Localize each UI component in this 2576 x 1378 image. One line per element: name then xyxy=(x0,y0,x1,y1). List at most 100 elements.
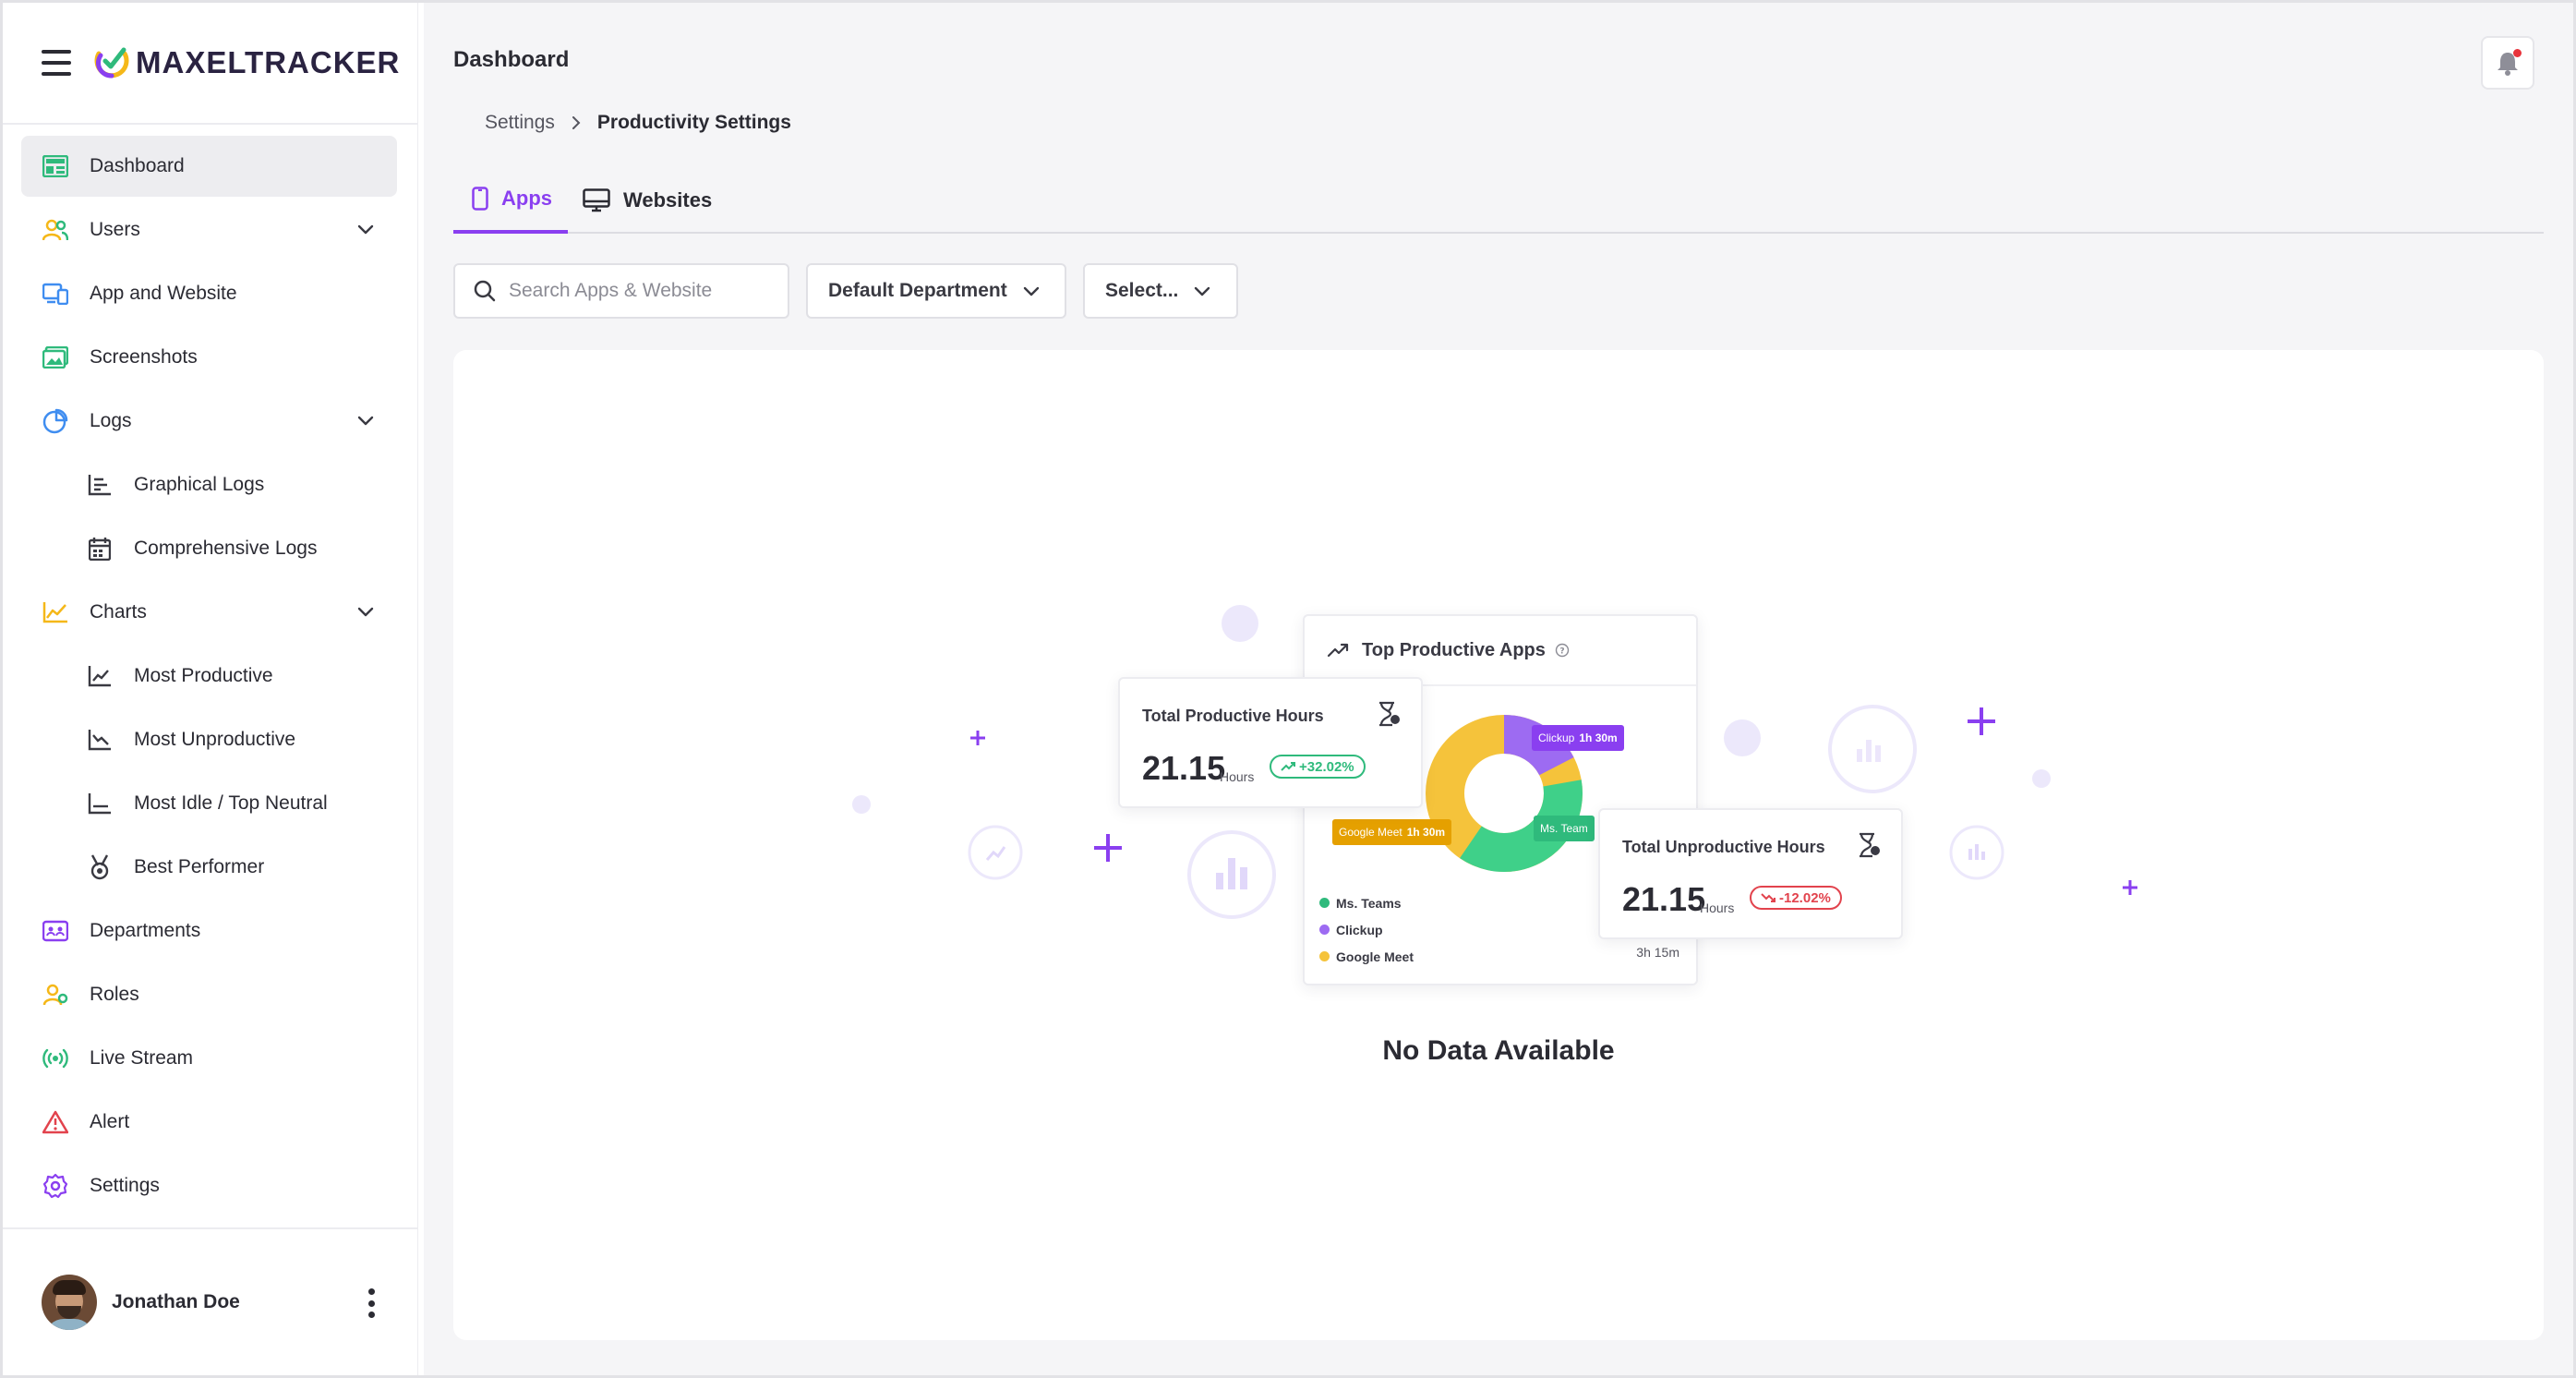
ms-teams-tag: Ms. Team xyxy=(1534,816,1595,841)
avatar[interactable] xyxy=(42,1275,97,1330)
monitor-icon xyxy=(583,188,610,212)
main-content: Dashboard Settings Productivity Settings… xyxy=(424,3,2573,1375)
roles-icon xyxy=(42,981,69,1009)
departments-icon xyxy=(42,917,69,945)
broadcast-icon xyxy=(42,1045,69,1072)
kpi-change-badge: +32.02% xyxy=(1270,755,1366,779)
trend-down-icon xyxy=(86,726,114,754)
sidebar-item-comprehensive-logs[interactable]: Comprehensive Logs xyxy=(21,518,397,579)
sidebar-item-label: Charts xyxy=(90,601,147,623)
sidebar-item-screenshots[interactable]: Screenshots xyxy=(21,327,397,388)
sidebar-item-graphical-logs[interactable]: Graphical Logs xyxy=(21,454,397,515)
sidebar-item-app-and-website[interactable]: App and Website xyxy=(21,263,397,324)
brand-logo[interactable]: MAXELTRACKER xyxy=(93,44,400,81)
total-unproductive-card: Total Unproductive Hours 21.15 Hours -12… xyxy=(1598,808,1903,939)
sidebar-item-most-unproductive[interactable]: Most Unproductive xyxy=(21,709,397,770)
empty-state-illustration: Top Productive Apps ? Clickup 1h 30m Goog… xyxy=(453,350,2544,1340)
sidebar-item-label: Most Idle / Top Neutral xyxy=(134,792,328,814)
tab-bar: Apps Websites xyxy=(453,167,2544,234)
sidebar-item-label: Roles xyxy=(90,984,139,1005)
calendar-icon xyxy=(86,535,114,562)
tab-apps[interactable]: Apps xyxy=(453,167,568,234)
medal-icon xyxy=(86,853,114,881)
user-name: Jonathan Doe xyxy=(112,1291,240,1312)
svg-text:?: ? xyxy=(1559,647,1564,657)
sidebar-item-users[interactable]: Users xyxy=(21,199,397,260)
chevron-down-icon[interactable] xyxy=(356,602,375,621)
chevron-right-icon xyxy=(572,116,581,129)
logo-mark-icon xyxy=(94,47,129,79)
brand-name: MAXELTRACKER xyxy=(136,45,401,79)
sidebar-item-logs[interactable]: Logs xyxy=(21,391,397,452)
clickup-tag: Clickup 1h 30m xyxy=(1532,725,1624,751)
kpi-value: 21.15 xyxy=(1142,749,1226,787)
sidebar-item-label: Best Performer xyxy=(134,856,265,877)
users-icon xyxy=(42,216,69,244)
sidebar-item-label: Comprehensive Logs xyxy=(134,538,318,559)
sidebar-item-best-performer[interactable]: Best Performer xyxy=(21,837,397,898)
chevron-down-icon[interactable] xyxy=(356,220,375,238)
sidebar-item-settings[interactable]: Settings xyxy=(21,1155,397,1216)
hourglass-icon xyxy=(1379,701,1400,727)
notifications-button[interactable] xyxy=(2481,36,2534,90)
generic-select-value: Select... xyxy=(1105,280,1179,301)
total-productive-card: Total Productive Hours 21.15 Hours +32.0… xyxy=(1118,677,1423,808)
kpi-unit: Hours xyxy=(1220,769,1255,784)
sidebar-item-label: Departments xyxy=(90,920,201,941)
sidebar-item-label: Graphical Logs xyxy=(134,474,265,495)
dashboard-icon xyxy=(42,152,69,180)
sidebar-item-label: Alert xyxy=(90,1111,130,1132)
department-select-value: Default Department xyxy=(828,280,1007,301)
empty-state-message: No Data Available xyxy=(1382,1035,1615,1066)
search-input[interactable] xyxy=(509,280,776,302)
breadcrumb: Settings Productivity Settings xyxy=(485,112,791,134)
content-panel: Top Productive Apps ? Clickup 1h 30m Goog… xyxy=(453,350,2544,1340)
kpi-title: Total Productive Hours xyxy=(1142,707,1324,725)
chevron-down-icon xyxy=(1023,286,1039,296)
user-profile[interactable]: Jonathan Doe xyxy=(3,1227,418,1375)
hourglass-icon xyxy=(1860,832,1880,858)
sidebar-item-most-productive[interactable]: Most Productive xyxy=(21,646,397,707)
search-box[interactable] xyxy=(453,263,789,319)
legend-total: 3h 15m xyxy=(1636,945,1679,960)
filter-bar: Default Department Select... xyxy=(453,263,1238,319)
flat-chart-icon xyxy=(86,790,114,817)
sidebar-item-alert[interactable]: Alert xyxy=(21,1092,397,1153)
breadcrumb-current: Productivity Settings xyxy=(596,112,791,133)
sidebar-item-label: Most Productive xyxy=(134,665,273,686)
more-options-icon[interactable] xyxy=(368,1288,376,1318)
legend-item: Clickup xyxy=(1319,916,1414,943)
sidebar-item-charts[interactable]: Charts xyxy=(21,582,397,643)
menu-icon[interactable] xyxy=(42,50,71,76)
alert-icon xyxy=(42,1108,69,1136)
sidebar-item-label: Logs xyxy=(90,410,132,431)
kpi-change-badge: -12.02% xyxy=(1750,886,1842,910)
sidebar-item-most-idle[interactable]: Most Idle / Top Neutral xyxy=(21,773,397,834)
sidebar-item-dashboard[interactable]: Dashboard xyxy=(21,136,397,197)
trend-up-icon xyxy=(1327,643,1349,658)
search-icon xyxy=(474,280,496,302)
sidebar-item-roles[interactable]: Roles xyxy=(21,964,397,1025)
sidebar-item-live-stream[interactable]: Live Stream xyxy=(21,1028,397,1089)
trend-up-icon xyxy=(1281,762,1295,771)
image-icon xyxy=(42,344,69,371)
chevron-down-icon[interactable] xyxy=(356,411,375,429)
sidebar-item-label: App and Website xyxy=(90,283,237,304)
phone-icon xyxy=(472,187,488,211)
generic-select[interactable]: Select... xyxy=(1083,263,1238,319)
sidebar-item-label: Screenshots xyxy=(90,346,198,368)
page-title: Dashboard xyxy=(453,47,570,72)
kpi-unit: Hours xyxy=(1700,901,1735,915)
gear-icon xyxy=(42,1172,69,1200)
trend-up-icon xyxy=(86,662,114,690)
notification-badge xyxy=(2513,49,2522,57)
devices-icon xyxy=(42,280,69,308)
sidebar-item-label: Dashboard xyxy=(90,155,185,176)
sidebar-header: MAXELTRACKER xyxy=(3,3,417,125)
sidebar-item-label: Users xyxy=(90,219,140,240)
department-select[interactable]: Default Department xyxy=(806,263,1066,319)
tab-websites[interactable]: Websites xyxy=(583,167,730,234)
sidebar-item-label: Settings xyxy=(90,1175,160,1196)
sidebar-item-departments[interactable]: Departments xyxy=(21,901,397,961)
breadcrumb-settings[interactable]: Settings xyxy=(485,112,555,134)
